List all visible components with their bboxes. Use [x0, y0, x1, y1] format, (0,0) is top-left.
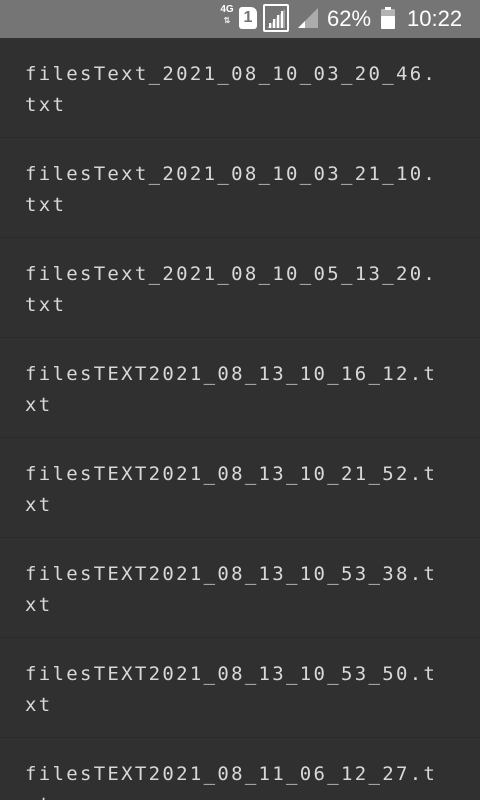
list-item[interactable]: filesTEXT2021_08_13_10_53_50.txt	[0, 638, 480, 738]
file-name: filesTEXT2021_08_13_10_53_38.txt	[25, 563, 438, 616]
list-item[interactable]: filesTEXT2021_08_11_06_12_27.txt	[0, 738, 480, 800]
signal-strength-2-icon	[297, 7, 319, 29]
file-list[interactable]: filesText_2021_08_10_03_20_46.txt filesT…	[0, 38, 480, 800]
signal-strength-icon	[263, 4, 289, 32]
status-bar: 4G ⇅ 1 62% 10:22	[0, 0, 480, 38]
file-name: filesText_2021_08_10_03_21_10.txt	[25, 163, 438, 216]
clock: 10:22	[407, 6, 463, 31]
network-type-label: 4G	[220, 4, 234, 15]
list-item[interactable]: filesText_2021_08_10_05_13_20.txt	[0, 238, 480, 338]
list-item[interactable]: filesText_2021_08_10_03_20_46.txt	[0, 38, 480, 138]
network-4g-icon: 4G ⇅	[218, 5, 236, 33]
file-name: filesTEXT2021_08_11_06_12_27.txt	[25, 763, 438, 800]
list-item[interactable]: filesTEXT2021_08_13_10_53_38.txt	[0, 538, 480, 638]
file-name: filesText_2021_08_10_05_13_20.txt	[25, 263, 438, 316]
network-arrows-icon: ⇅	[223, 16, 231, 25]
list-item[interactable]: filesTEXT2021_08_13_10_16_12.txt	[0, 338, 480, 438]
battery-percent: 62%	[327, 6, 372, 31]
list-item[interactable]: filesTEXT2021_08_13_10_21_52.txt	[0, 438, 480, 538]
file-name: filesText_2021_08_10_03_20_46.txt	[25, 63, 438, 116]
battery-icon	[381, 7, 395, 29]
file-name: filesTEXT2021_08_13_10_53_50.txt	[25, 663, 438, 716]
sim-icon: 1	[239, 7, 257, 29]
list-item[interactable]: filesText_2021_08_10_03_21_10.txt	[0, 138, 480, 238]
file-name: filesTEXT2021_08_13_10_16_12.txt	[25, 363, 438, 416]
file-name: filesTEXT2021_08_13_10_21_52.txt	[25, 463, 438, 516]
